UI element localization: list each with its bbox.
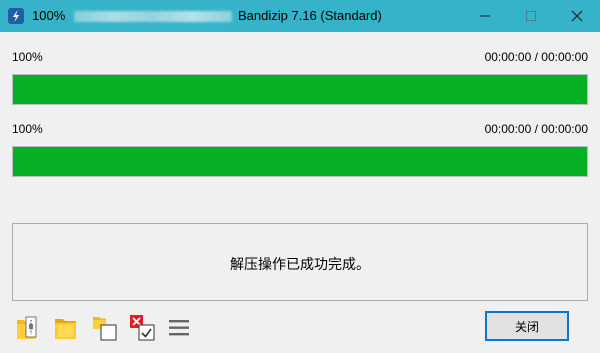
maximize-button[interactable] (508, 0, 554, 32)
folder-icon[interactable] (52, 314, 80, 342)
progress-1-percent: 100% (12, 50, 43, 64)
close-button[interactable]: 关闭 (485, 311, 569, 341)
status-message-panel: 解压操作已成功完成。 (12, 223, 588, 301)
cancel-check-icon[interactable] (129, 314, 157, 342)
progress-1-time: 00:00:00 / 00:00:00 (484, 50, 588, 64)
bandizip-app-icon[interactable] (8, 8, 24, 24)
progress-bar-2-fill (13, 147, 587, 176)
window-title: Bandizip 7.16 (Standard) (238, 8, 382, 23)
title-bar[interactable]: 100% Bandizip 7.16 (Standard) (0, 0, 600, 32)
progress-2-percent: 100% (12, 122, 43, 136)
progress-bar-1 (12, 74, 588, 105)
menu-icon[interactable] (166, 314, 194, 342)
status-message: 解压操作已成功完成。 (230, 256, 370, 272)
open-folder-icon[interactable] (14, 314, 42, 342)
minimize-button[interactable] (462, 0, 508, 32)
blurred-filename (74, 11, 232, 22)
progress-bar-1-fill (13, 75, 587, 104)
progress-bar-2 (12, 146, 588, 177)
title-progress-percent: 100% (32, 8, 66, 23)
copy-icon[interactable] (91, 314, 119, 342)
window-close-button[interactable] (554, 0, 600, 32)
progress-2-time: 00:00:00 / 00:00:00 (484, 122, 588, 136)
